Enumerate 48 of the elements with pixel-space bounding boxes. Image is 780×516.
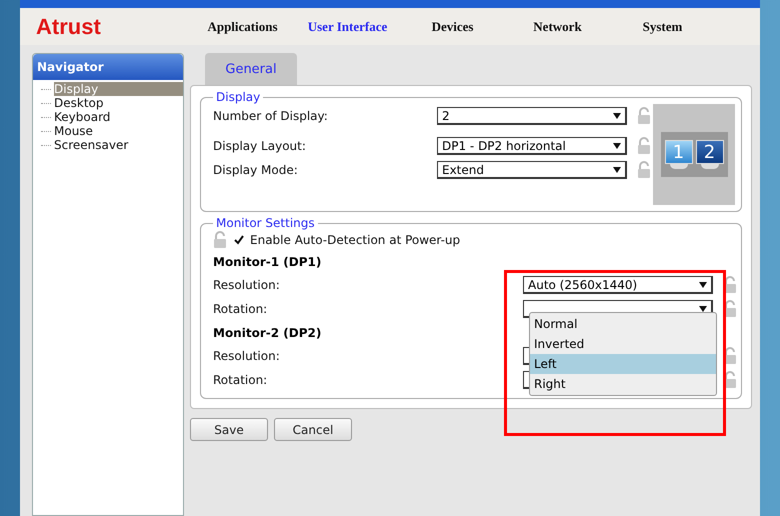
lock-icon bbox=[213, 231, 227, 249]
menu-item[interactable]: User Interface bbox=[295, 18, 400, 34]
dropdown-option[interactable]: Normal bbox=[530, 314, 716, 334]
field-label: Number of Display: bbox=[213, 109, 329, 123]
checkbox-label: Enable Auto-Detection at Power-up bbox=[250, 233, 460, 247]
navigator-item[interactable]: Mouse bbox=[54, 124, 183, 138]
navigator-item[interactable]: Keyboard bbox=[54, 110, 183, 124]
lock-icon bbox=[723, 300, 737, 318]
lock-icon bbox=[723, 276, 737, 294]
group-title: Monitor Settings bbox=[215, 216, 316, 230]
field-label: Resolution: bbox=[213, 278, 281, 292]
action-button[interactable]: Save bbox=[190, 418, 268, 441]
dropdown-option[interactable]: Inverted bbox=[530, 334, 716, 354]
logo: Atrust bbox=[36, 14, 102, 40]
caret-icon bbox=[699, 282, 707, 288]
lock-icon bbox=[637, 107, 651, 125]
checkbox[interactable] bbox=[233, 234, 244, 246]
menu-item[interactable]: Applications bbox=[190, 18, 295, 34]
dropdown[interactable]: 2 bbox=[437, 107, 627, 125]
dropdown[interactable]: DP1 - DP2 horizontal bbox=[437, 137, 627, 155]
field-label: Display Layout: bbox=[213, 139, 307, 153]
checkmark-icon bbox=[234, 235, 244, 245]
dropdown[interactable]: Extend bbox=[437, 161, 627, 179]
lock-icon bbox=[637, 137, 651, 155]
lock-icon bbox=[637, 161, 651, 179]
group-title: Display bbox=[215, 90, 262, 104]
field-label: Rotation: bbox=[213, 302, 268, 316]
menu-item[interactable]: System bbox=[610, 18, 715, 34]
navigator-item[interactable]: Desktop bbox=[54, 96, 183, 110]
action-button[interactable]: Cancel bbox=[274, 418, 352, 441]
field-label: Rotation: bbox=[213, 373, 268, 387]
dropdown[interactable]: Auto (2560x1440) bbox=[523, 276, 713, 294]
dropdown-option[interactable]: Left bbox=[530, 354, 716, 374]
caret-icon bbox=[613, 166, 621, 172]
field-label: Display Mode: bbox=[213, 163, 299, 177]
caret-icon bbox=[613, 142, 621, 148]
lock-icon bbox=[723, 371, 737, 389]
menu-item[interactable]: Devices bbox=[400, 18, 505, 34]
navigator-item[interactable]: Screensaver bbox=[54, 138, 183, 152]
monitor-title: Monitor-1 (DP1) bbox=[213, 254, 322, 270]
monitor-title: Monitor-2 (DP2) bbox=[213, 324, 322, 342]
dropdown-option[interactable]: Right bbox=[530, 374, 716, 394]
navigator-title: Navigator bbox=[33, 54, 183, 80]
caret-icon bbox=[613, 112, 621, 118]
lock-icon bbox=[723, 347, 737, 365]
tab[interactable]: General bbox=[205, 53, 297, 85]
menu-item[interactable]: Network bbox=[505, 18, 610, 34]
field-label: Resolution: bbox=[213, 349, 281, 363]
